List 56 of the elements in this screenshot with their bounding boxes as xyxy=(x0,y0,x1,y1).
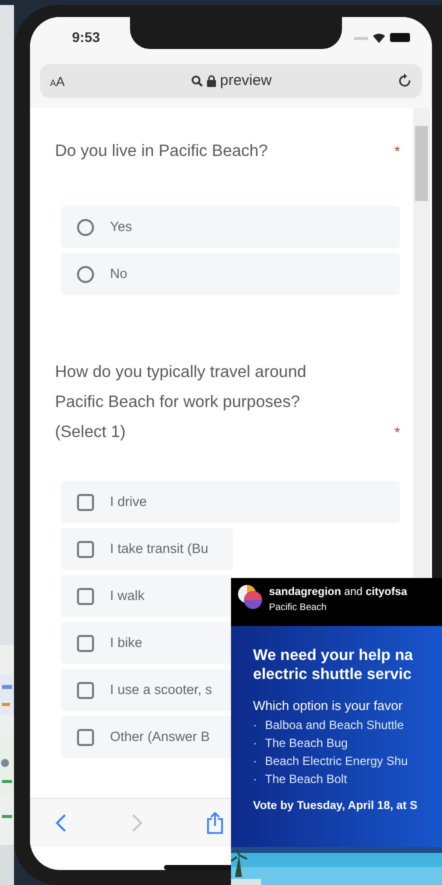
lock-icon xyxy=(207,75,216,88)
battery-icon xyxy=(390,33,410,42)
bullet-dot: · xyxy=(253,734,257,752)
post-headline: electric shuttle servic xyxy=(253,665,413,684)
question-text: Do you live in Pacific Beach? xyxy=(55,141,268,162)
option-label: I walk xyxy=(110,587,145,606)
answer-option[interactable]: No xyxy=(61,253,400,296)
shuttle-name-option: The Beach Bolt xyxy=(265,770,348,788)
post-headline: We need your help na xyxy=(253,646,414,665)
text-size-button[interactable]: AA xyxy=(50,72,65,92)
share-icon[interactable] xyxy=(207,812,223,834)
radio-button[interactable] xyxy=(77,218,94,236)
scrollbar-thumb[interactable] xyxy=(415,126,428,202)
wifi-icon xyxy=(372,32,386,44)
bullet-dot: · xyxy=(253,716,257,734)
signal-icon xyxy=(354,36,368,40)
url-text[interactable]: preview xyxy=(220,70,272,93)
checkbox[interactable] xyxy=(77,494,94,511)
bullet-dot: · xyxy=(253,770,257,788)
vote-deadline-text: Vote by Tuesday, April 18, at S xyxy=(253,798,418,814)
answer-option[interactable]: I bike xyxy=(61,622,233,664)
answer-option[interactable]: I take transit (Bu xyxy=(61,528,233,570)
bullet-dot: · xyxy=(253,752,257,770)
checkbox[interactable] xyxy=(77,634,94,652)
answer-option[interactable]: I drive xyxy=(61,481,400,524)
option-label: I drive xyxy=(110,493,147,512)
checkbox[interactable] xyxy=(77,728,94,746)
back-icon[interactable] xyxy=(55,812,67,833)
scrollbar[interactable] xyxy=(413,108,430,578)
avatar-icon xyxy=(237,584,263,610)
answer-option[interactable]: I use a scooter, s xyxy=(61,669,233,712)
shuttle-name-option: Beach Electric Energy Shu xyxy=(265,752,408,770)
answer-option[interactable]: Yes xyxy=(61,206,400,248)
question-text: How do you typically travel around Pacific Beach for work purposes? (Select 1) xyxy=(55,362,308,444)
option-label: Other (Answer B xyxy=(110,728,210,746)
option-label: I take transit (Bu xyxy=(110,540,208,558)
checkbox[interactable] xyxy=(77,682,94,699)
account-names: sandagregion and cityofsa xyxy=(269,585,408,600)
shuttle-name-option: The Beach Bug xyxy=(265,734,348,752)
required-asterisk: * xyxy=(394,423,400,442)
option-label: I use a scooter, s xyxy=(110,681,212,700)
required-asterisk: * xyxy=(394,142,400,162)
option-label: No xyxy=(110,265,128,284)
reload-icon[interactable] xyxy=(398,73,412,90)
checkbox[interactable] xyxy=(77,588,94,605)
clock-time: 9:53 xyxy=(72,28,100,48)
answer-option[interactable]: I walk xyxy=(61,575,233,618)
checkbox[interactable] xyxy=(77,540,94,558)
option-label: Yes xyxy=(110,218,132,236)
shuttle-name-option: Balboa and Beach Shuttle xyxy=(265,716,404,734)
radio-button[interactable] xyxy=(77,266,94,283)
post-question: Which option is your favor xyxy=(253,697,404,715)
option-label: I bike xyxy=(110,634,142,652)
location-text: Pacific Beach xyxy=(269,600,328,614)
search-icon xyxy=(191,75,203,88)
answer-option[interactable]: Other (Answer B xyxy=(61,716,233,758)
